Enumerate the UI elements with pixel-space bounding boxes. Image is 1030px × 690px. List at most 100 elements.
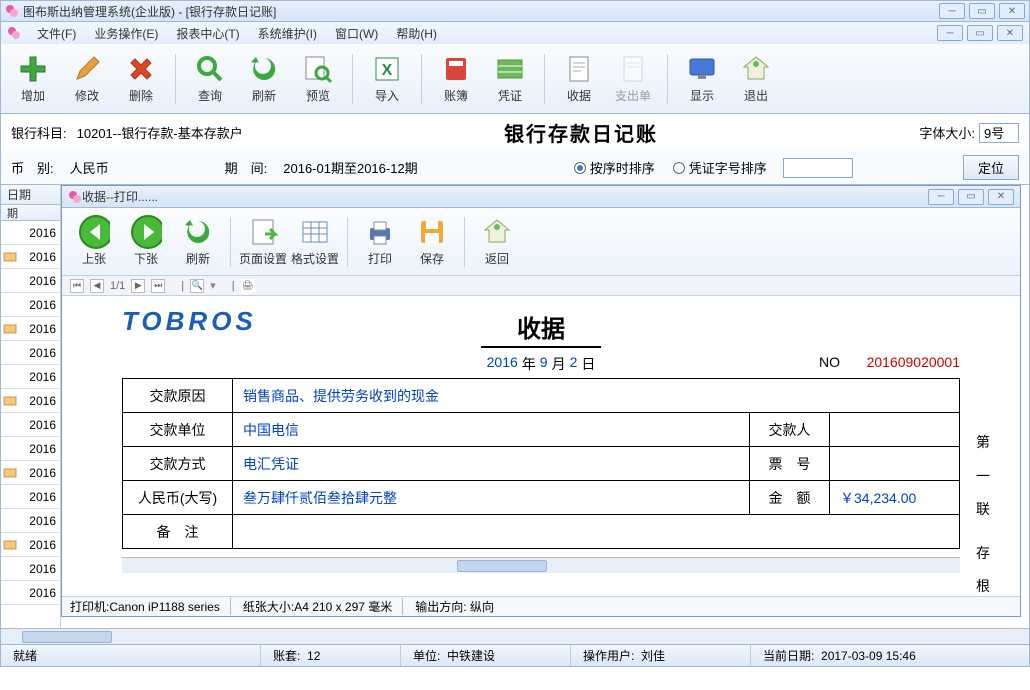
delete-button[interactable]: 删除 xyxy=(117,48,165,110)
print-refresh-button[interactable]: 刷新 xyxy=(174,211,222,273)
menu-biz[interactable]: 业务操作(E) xyxy=(86,23,166,44)
row-marker-icon xyxy=(3,395,17,407)
table-row[interactable]: 2016 xyxy=(1,341,60,365)
print-titlebar: 收据--打印...... ─ ▭ ✕ xyxy=(62,186,1020,208)
save-button[interactable]: 保存 xyxy=(408,211,456,273)
menu-report[interactable]: 报表中心(T) xyxy=(168,23,247,44)
side-label: 第一联 存根 xyxy=(974,426,992,596)
table-row[interactable]: 2016 xyxy=(1,485,60,509)
home-icon xyxy=(740,53,772,85)
voucher-button[interactable]: 凭证 xyxy=(486,48,534,110)
row-marker-icon xyxy=(3,539,17,551)
print-window: 收据--打印...... ─ ▭ ✕ 上张 下张 刷新 xyxy=(61,185,1021,617)
mdi-minimize-button[interactable]: ─ xyxy=(937,25,963,41)
currency-label: 币 别: xyxy=(11,158,54,177)
page-setup-button[interactable]: 页面设置 xyxy=(239,211,287,273)
sort-no-radio[interactable]: 凭证字号排序 xyxy=(673,158,767,177)
mdi-restore-button[interactable]: ▭ xyxy=(967,25,993,41)
table-row[interactable]: 2016 xyxy=(1,269,60,293)
menu-help[interactable]: 帮助(H) xyxy=(388,23,445,44)
nav-next-button[interactable]: ▶ xyxy=(131,279,145,293)
plus-icon xyxy=(17,53,49,85)
display-button[interactable]: 显示 xyxy=(678,48,726,110)
edit-button[interactable]: 修改 xyxy=(63,48,111,110)
ledger-button[interactable]: 账簿 xyxy=(432,48,480,110)
page-setup-icon xyxy=(247,216,279,248)
menu-file[interactable]: 文件(F) xyxy=(29,23,84,44)
grid-area: 日期 期 20162016201620162016201620162016201… xyxy=(0,185,1030,645)
app-icon xyxy=(5,4,19,18)
next-page-button[interactable]: 下张 xyxy=(122,211,170,273)
nav-first-button[interactable]: ⏮ xyxy=(70,279,84,293)
window-title: 图布斯出纳管理系统(企业版) - [银行存款日记账] xyxy=(23,3,939,20)
receipt-button[interactable]: 收据 xyxy=(555,48,603,110)
mdi-close-button[interactable]: ✕ xyxy=(997,25,1023,41)
add-button[interactable]: 增加 xyxy=(9,48,57,110)
format-setup-button[interactable]: 格式设置 xyxy=(291,211,339,273)
arrow-left-icon xyxy=(78,216,110,248)
nav-prev-button[interactable]: ◀ xyxy=(90,279,104,293)
no-value: 201609020001 xyxy=(867,354,960,370)
zoom-button[interactable]: 🔍 xyxy=(190,279,204,293)
nav-last-button[interactable]: ⏭ xyxy=(151,279,165,293)
preview-icon xyxy=(302,53,334,85)
table-row[interactable]: 2016 xyxy=(1,461,60,485)
print-close-button[interactable]: ✕ xyxy=(988,189,1014,205)
table-row[interactable]: 2016 xyxy=(1,293,60,317)
nav-print-icon[interactable]: 🖨 xyxy=(241,279,255,293)
table-row[interactable]: 2016 xyxy=(1,533,60,557)
print-button[interactable]: 打印 xyxy=(356,211,404,273)
table-row[interactable]: 2016 xyxy=(1,557,60,581)
query-button[interactable]: 查询 xyxy=(186,48,234,110)
fontsize-label: 字体大小: xyxy=(919,123,975,142)
preview-button[interactable]: 预览 xyxy=(294,48,342,110)
period-value: 2016-01期至2016-12期 xyxy=(283,158,417,177)
voucher-icon xyxy=(494,53,526,85)
no-label: NO xyxy=(819,354,840,370)
bank-subject-value: 10201--银行存款-基本存款户 xyxy=(77,123,243,142)
main-toolbar: 增加 修改 删除 查询 刷新 预览 X 导入 账簿 凭证 收据 支出单 xyxy=(0,44,1030,114)
menu-sys[interactable]: 系统维护(I) xyxy=(250,23,325,44)
grid-hscroll[interactable] xyxy=(1,628,1029,644)
row-marker-icon xyxy=(3,323,17,335)
close-button[interactable]: ✕ xyxy=(999,3,1025,19)
print-title-text: 收据--打印...... xyxy=(82,188,928,205)
print-maximize-button[interactable]: ▭ xyxy=(958,189,984,205)
receipt-table: 交款原因销售商品、提供劳务收到的现金 交款单位中国电信交款人 交款方式电汇凭证票… xyxy=(122,378,960,549)
search-icon xyxy=(194,53,226,85)
table-row[interactable]: 2016 xyxy=(1,245,60,269)
exit-button[interactable]: 退出 xyxy=(732,48,780,110)
back-button[interactable]: 返回 xyxy=(473,211,521,273)
table-row[interactable]: 2016 xyxy=(1,581,60,605)
table-row[interactable]: 2016 xyxy=(1,509,60,533)
grid-date-column: 日期 期 20162016201620162016201620162016201… xyxy=(1,185,61,644)
grid-header-date: 日期 xyxy=(1,185,60,205)
home-icon xyxy=(481,216,513,248)
table-row[interactable]: 2016 xyxy=(1,413,60,437)
table-row[interactable]: 2016 xyxy=(1,437,60,461)
maximize-button[interactable]: ▭ xyxy=(969,3,995,19)
print-minimize-button[interactable]: ─ xyxy=(928,189,954,205)
table-row[interactable]: 2016 xyxy=(1,365,60,389)
refresh-button[interactable]: 刷新 xyxy=(240,48,288,110)
arrow-right-icon xyxy=(130,216,162,248)
info-row-1: 银行科目: 10201--银行存款-基本存款户 银行存款日记账 字体大小: 9号 xyxy=(0,114,1030,151)
prev-page-button[interactable]: 上张 xyxy=(70,211,118,273)
locate-button[interactable]: 定位 xyxy=(963,155,1019,180)
import-button[interactable]: X 导入 xyxy=(363,48,411,110)
receipt-icon xyxy=(563,53,595,85)
period-label: 期 间: xyxy=(225,158,268,177)
fontsize-combo[interactable]: 9号 xyxy=(979,123,1019,143)
app-icon-small xyxy=(7,26,21,40)
doc-hscroll[interactable] xyxy=(122,557,960,573)
nav-bar: ⏮ ◀ 1/1 ▶ ⏭ | 🔍 ▾ | 🖨 xyxy=(62,276,1020,296)
table-row[interactable]: 2016 xyxy=(1,317,60,341)
minimize-button[interactable]: ─ xyxy=(939,3,965,19)
locate-input[interactable] xyxy=(783,158,853,178)
table-row[interactable]: 2016 xyxy=(1,221,60,245)
table-row[interactable]: 2016 xyxy=(1,389,60,413)
grid-header-period: 期 xyxy=(1,205,60,221)
menu-window[interactable]: 窗口(W) xyxy=(327,23,386,44)
book-icon xyxy=(440,53,472,85)
sort-seq-radio[interactable]: 按序时排序 xyxy=(574,158,655,177)
